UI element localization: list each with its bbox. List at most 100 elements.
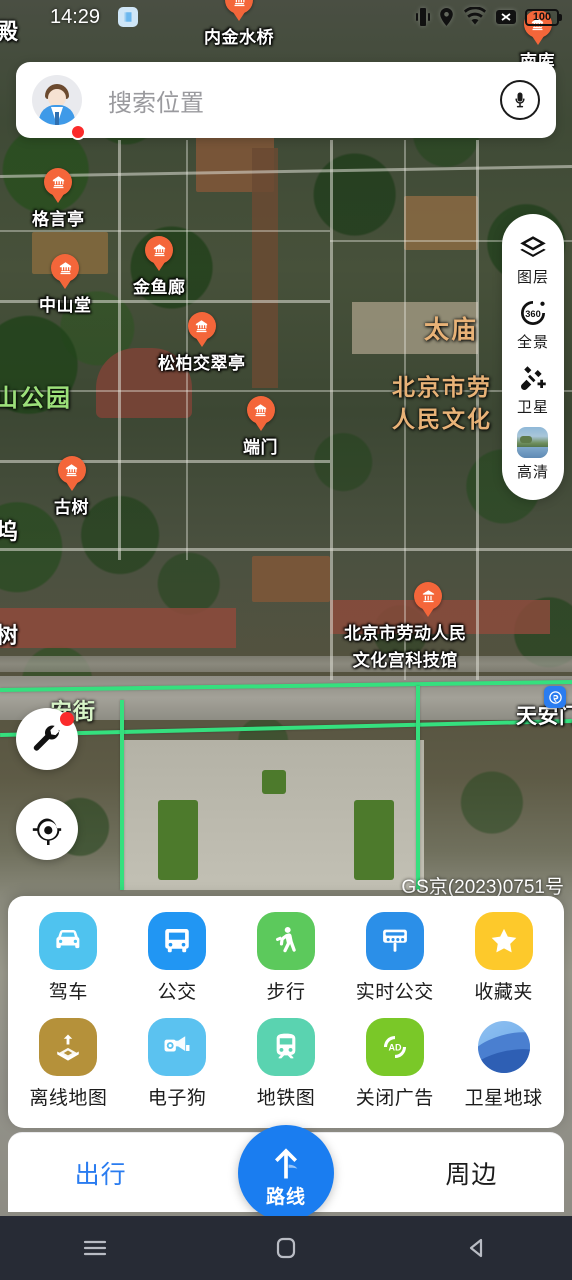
area-label-wenhuagong-line1: 北京市劳: [392, 374, 492, 400]
action-label: 收藏夹: [474, 982, 533, 1003]
tab-travel[interactable]: 出行: [8, 1155, 193, 1191]
locate-button[interactable]: [16, 798, 78, 860]
map-route-line: [416, 686, 420, 890]
route-label: 路线: [265, 1186, 306, 1208]
rail-item-layers[interactable]: 图层: [516, 226, 550, 291]
search-bar[interactable]: 搜索位置: [16, 62, 556, 140]
map-copyright: GS京(2023)0751号: [401, 877, 564, 898]
home-icon: [276, 1237, 296, 1259]
bus-stop-icon: [365, 912, 424, 970]
poi-label: 北京市劳动人民: [344, 624, 467, 643]
app-icon: [118, 7, 139, 27]
poi-gushu[interactable]: 古树: [54, 456, 89, 518]
action-label: 实时公交: [355, 982, 434, 1003]
globe-icon: [475, 1018, 533, 1076]
action-label: 驾车: [48, 982, 88, 1003]
walk-icon: [256, 912, 315, 970]
wrench-icon: [33, 725, 60, 751]
map-main-road: [0, 656, 572, 672]
map-road: [0, 460, 330, 463]
poi-label: 中山堂: [39, 296, 92, 315]
tools-badge: [60, 712, 74, 726]
action-label: 卫星地球: [464, 1088, 543, 1109]
action-drive[interactable]: 驾车: [20, 912, 116, 1004]
route-arrow-icon: [275, 1147, 298, 1178]
map-monument: [262, 770, 286, 794]
poi-duanmen[interactable]: 端门: [243, 396, 278, 458]
action-close-ad[interactable]: AD 关闭广告: [347, 1018, 443, 1110]
layers-icon: [516, 232, 550, 264]
car-icon: [39, 912, 98, 970]
search-input[interactable]: 搜索位置: [108, 83, 500, 118]
close-ad-icon: AD: [365, 1018, 424, 1076]
rail-item-panorama[interactable]: 360 全景: [516, 291, 550, 356]
rail-label: 高清: [516, 464, 549, 481]
svg-text:AD: AD: [388, 1042, 402, 1052]
area-label-wenhuagong-line2: 人民文化: [392, 406, 492, 432]
poi-zhongshantang[interactable]: 中山堂: [39, 254, 92, 316]
action-label: 关闭广告: [355, 1088, 434, 1109]
map-label-wu: 坞: [0, 519, 19, 544]
back-icon: [469, 1238, 482, 1258]
map-building: [252, 148, 278, 388]
poi-kejiguan[interactable]: 北京市劳动人民 文化宫科技馆: [344, 582, 467, 671]
landmark-icon: [57, 456, 86, 484]
action-label: 地铁图: [256, 1088, 316, 1109]
tab-nearby[interactable]: 周边: [379, 1155, 564, 1191]
map-road: [0, 548, 572, 551]
quick-actions-row-2: 离线地图 电子狗 地铁图 AD 关闭广告 卫星地球: [8, 1018, 564, 1110]
hd-thumbnail-icon: [517, 427, 549, 458]
recents-button[interactable]: [55, 1226, 135, 1270]
rail-label: 卫星: [516, 399, 549, 416]
rail-item-satellite[interactable]: 卫星: [516, 356, 550, 421]
rail-label: 图层: [516, 269, 549, 286]
quick-actions-sheet: 驾车 公交 步行 实时公交 收藏夹 离线地图 电子狗 地铁图 AD 关闭广告 卫…: [8, 896, 564, 1128]
map-app-screen: 太庙 北京市劳 人民文化 山公园 安街 殿 坞 树 天安门 内金水桥 南库 格言…: [0, 0, 572, 1280]
home-button[interactable]: [246, 1226, 326, 1270]
voice-search-icon[interactable]: [500, 80, 540, 120]
android-nav-bar: [0, 1216, 572, 1280]
satellite-icon: [516, 362, 550, 394]
bus-icon: [148, 912, 207, 970]
park-label-zhongshan-park: 山公园: [0, 385, 72, 412]
poi-label: 松柏交翠亭: [158, 354, 246, 373]
action-offline-map[interactable]: 离线地图: [20, 1018, 116, 1110]
poi-label: 格言亭: [32, 210, 85, 229]
route-button[interactable]: 路线: [238, 1125, 334, 1221]
landmark-icon: [44, 168, 73, 196]
action-subway-map[interactable]: 地铁图: [238, 1018, 334, 1110]
speed-camera-icon: [148, 1018, 207, 1076]
map-building: [0, 608, 236, 648]
action-satellite-earth[interactable]: 卫星地球: [456, 1018, 552, 1110]
poi-songbaijiaocuiting[interactable]: 松柏交翠亭: [158, 312, 246, 374]
poi-jinyulang[interactable]: 金鱼廊: [133, 236, 186, 298]
action-walk[interactable]: 步行: [238, 912, 334, 1004]
rail-item-hd[interactable]: 高清: [517, 421, 549, 486]
map-road: [118, 140, 121, 560]
poi-label: 金鱼廊: [133, 278, 186, 297]
map-tools-rail: 图层 360 全景 卫星 高清: [502, 214, 564, 500]
action-bus[interactable]: 公交: [129, 912, 225, 1004]
metro-icon: [548, 690, 562, 704]
poi-label: 古树: [54, 498, 89, 517]
landmark-icon: [187, 312, 216, 340]
svg-text:360: 360: [525, 309, 540, 319]
map-road: [330, 140, 333, 680]
tools-button[interactable]: [16, 708, 78, 770]
back-button[interactable]: [437, 1226, 517, 1270]
poi-geyanting[interactable]: 格言亭: [32, 168, 85, 230]
metro-station-badge[interactable]: [544, 686, 566, 708]
avatar[interactable]: [32, 75, 82, 125]
action-label: 步行: [266, 982, 306, 1003]
action-favorites[interactable]: 收藏夹: [456, 912, 552, 1004]
status-icons: 100: [416, 7, 562, 27]
action-speed-camera[interactable]: 电子狗: [129, 1018, 225, 1110]
battery-level: 100: [532, 11, 552, 23]
landmark-icon: [51, 254, 80, 282]
landmark-icon: [246, 396, 275, 424]
area-label-taimiao: 太庙: [424, 316, 479, 344]
action-label: 公交: [157, 982, 197, 1003]
map-route-line: [120, 700, 124, 890]
action-realtime-bus[interactable]: 实时公交: [347, 912, 443, 1004]
battery-icon: 100: [525, 8, 562, 26]
